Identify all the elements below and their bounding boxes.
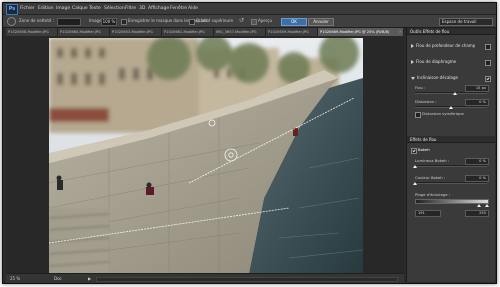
tab-document[interactable]: P1020658-Modifier.JPG (6, 28, 58, 36)
collapse-arrow-icon[interactable] (411, 44, 414, 48)
blur-slider[interactable] (415, 92, 487, 94)
tab-document[interactable]: IMG_3657-Modifier.JPG (214, 28, 266, 36)
save-mask-checkbox[interactable] (121, 19, 127, 25)
bokeh-color-slider[interactable] (415, 182, 487, 184)
tab-label: IMG_3657-Modifier.JPG (216, 30, 257, 34)
status-arrow-icon[interactable]: ▶ (88, 276, 91, 281)
menu-3d[interactable]: 3D (139, 5, 145, 12)
panel-header: Outils Effets de flou (407, 28, 495, 35)
document-tabs: P1020658-Modifier.JPG P1020660-Modifier.… (6, 28, 404, 36)
preview-checkbox[interactable] (251, 19, 257, 25)
menu-selection[interactable]: Sélection (104, 5, 125, 12)
bokeh-checkbox[interactable] (411, 148, 417, 154)
photo-image (49, 38, 363, 273)
bokeh-light-field[interactable]: 0 % (465, 158, 489, 165)
horizontal-scrollbar[interactable] (96, 277, 398, 282)
tab-document-active[interactable]: P1020669-Modifier.JPG @ 25% (RVB/8) × (318, 28, 404, 36)
light-range-low-thumb[interactable] (477, 204, 481, 207)
high-quality-label: Qualité supérieure (196, 18, 234, 23)
tab-document[interactable]: P1020660-Modifier.JPG (58, 28, 110, 36)
light-range-high-thumb[interactable] (485, 204, 489, 207)
menu-texte[interactable]: Texte (89, 5, 101, 12)
effects-header: Effets de flou (407, 136, 495, 143)
bokeh-light-slider-thumb[interactable] (413, 165, 417, 168)
status-bar: 25 % Doc ▶ (6, 273, 404, 283)
blur-field[interactable]: 15 px (465, 85, 489, 92)
tab-label: P1020660-Modifier.JPG (60, 30, 101, 34)
bokeh-light-label: Lumineux Bokeh : (415, 158, 450, 163)
distortion-slider-thumb[interactable] (449, 106, 453, 109)
focus-field[interactable] (57, 18, 81, 26)
bokeh-color-field[interactable]: 0 % (465, 175, 489, 182)
bokeh-label: Bokeh (418, 147, 430, 152)
bokeh-color-slider-thumb[interactable] (413, 182, 417, 185)
zoom-level[interactable]: 25 % (10, 275, 20, 282)
cancel-button[interactable]: Annuler (308, 18, 334, 26)
tab-label: P1020669-Modifier.JPG @ 25% (RVB/8) (320, 30, 390, 34)
blur-tools-panel: Outils Effets de flou Flou de profondeur… (406, 28, 495, 282)
menu-filtre[interactable]: Filtre (125, 5, 136, 12)
menu-fichier[interactable]: Fichier (20, 5, 35, 12)
menu-calque[interactable]: Calque (72, 5, 88, 12)
expand-arrow-icon[interactable] (411, 76, 415, 80)
app-logo: Ps (6, 4, 18, 15)
light-range-label: Plage d'éclairage : (415, 192, 451, 197)
image-label: Image (89, 18, 102, 23)
light-range-high-field[interactable]: 255 (465, 210, 489, 217)
blur-slider-thumb[interactable] (452, 92, 457, 95)
image-zoom-field[interactable]: 100 % (101, 18, 117, 26)
bokeh-light-slider[interactable] (415, 165, 487, 167)
tilt-shift-checkbox[interactable] (485, 76, 491, 82)
section-iris-blur[interactable]: Flou de diaphragme (411, 59, 456, 65)
bokeh-color-label: Couleur Bokeh : (415, 175, 446, 180)
workspace-select[interactable]: Espace de travail (439, 18, 493, 26)
document-photo[interactable] (49, 38, 363, 273)
menu-fenetre[interactable]: Fenêtre (170, 5, 187, 12)
options-bar: Zone de netteté : Image 100 % Enregistre… (3, 15, 496, 28)
light-range-low-field[interactable]: 191 (415, 210, 441, 217)
iris-blur-checkbox[interactable] (485, 60, 491, 66)
photoshop-window: Ps Fichier Edition Image Calque Texte Sé… (2, 2, 497, 284)
symmetric-distortion-label: Distorsion symétrique (422, 111, 464, 116)
tab-label: P1020659-Modifier.JPG (268, 30, 309, 34)
blur-label: Flou : (415, 85, 426, 90)
menu-aide[interactable]: Aide (188, 5, 198, 12)
menu-affichage[interactable]: Affichage (148, 5, 169, 12)
menu-image[interactable]: Image (56, 5, 70, 12)
reset-icon[interactable]: ↺ (239, 18, 245, 24)
collapse-arrow-icon[interactable] (411, 60, 414, 64)
tab-document[interactable]: P1020659-Modifier.JPG (266, 28, 318, 36)
tab-document[interactable]: P1020653-Modifier.JPG (110, 28, 162, 36)
section-field-blur[interactable]: Flou de profondeur de champ (411, 43, 475, 49)
high-quality-checkbox[interactable] (189, 19, 195, 25)
tab-label: P1020661-Modifier.JPG (164, 30, 205, 34)
menu-bar: Ps Fichier Edition Image Calque Texte Sé… (3, 3, 496, 23)
tab-label: P1020653-Modifier.JPG (112, 30, 153, 34)
tab-close-icon[interactable]: × (399, 28, 402, 36)
menu-edition[interactable]: Edition (38, 5, 54, 12)
distortion-label: Distorsion : (415, 99, 437, 104)
field-blur-checkbox[interactable] (485, 44, 491, 50)
tab-label: P1020658-Modifier.JPG (8, 30, 49, 34)
section-tilt-shift[interactable]: Inclinaison-décalage (411, 75, 458, 81)
tab-document[interactable]: P1020661-Modifier.JPG (162, 28, 214, 36)
focus-label: Zone de netteté : (19, 18, 54, 23)
doc-info: Doc (54, 276, 62, 281)
ok-button[interactable]: OK (281, 18, 307, 26)
distortion-field[interactable]: 0 % (465, 99, 489, 106)
symmetric-distortion-checkbox[interactable] (415, 112, 421, 118)
blur-tool-icon[interactable] (7, 17, 16, 26)
preview-label: Aperçu (258, 18, 273, 23)
